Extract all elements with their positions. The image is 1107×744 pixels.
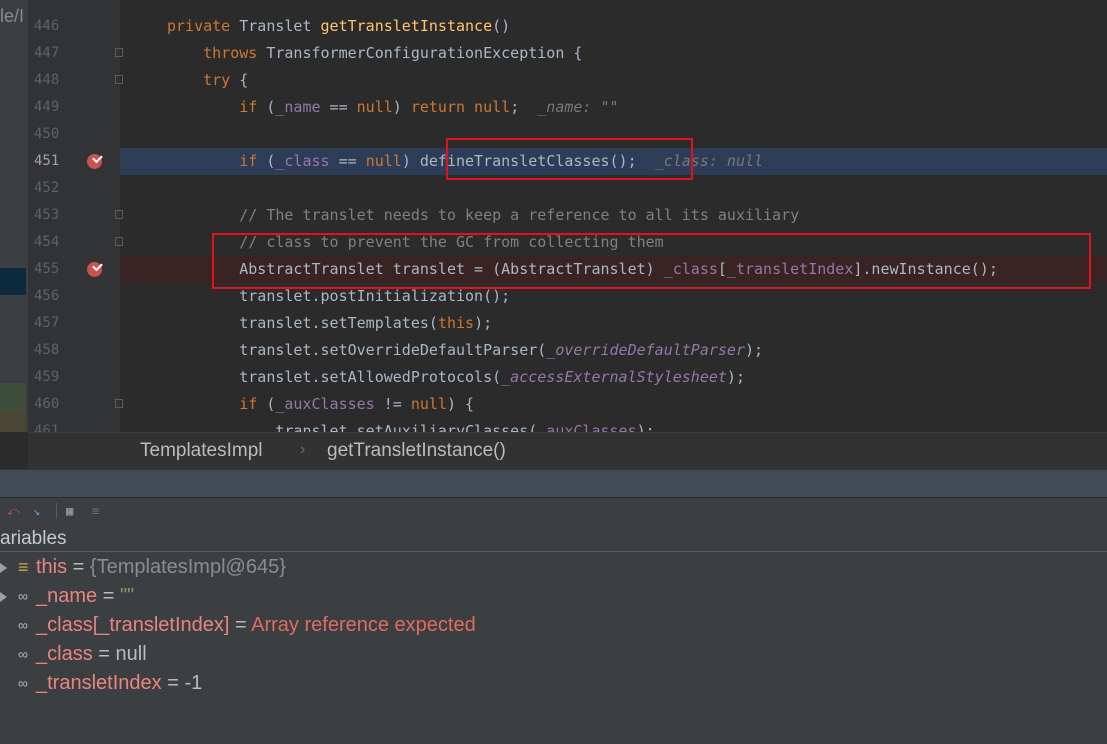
variable-equals: = (97, 585, 120, 607)
breakpoint-icon[interactable] (87, 262, 102, 277)
line-number[interactable]: 447 (34, 40, 59, 67)
variable-equals: = (161, 672, 185, 694)
code-line[interactable]: 457 translet.setTemplates(this); (0, 310, 1107, 337)
code-line[interactable]: 458 translet.setOverrideDefaultParser(_o… (0, 337, 1107, 364)
line-number[interactable]: 456 (34, 283, 59, 310)
variable-name: _class[_transletIndex] (36, 614, 230, 636)
line-number[interactable]: 450 (34, 121, 59, 148)
code-line[interactable]: 447 throws TransformerConfigurationExcep… (0, 40, 1107, 67)
line-number[interactable]: 455 (34, 256, 59, 283)
variable-name: this (36, 556, 68, 578)
code-text: if (_name == null) return null; _name: "… (167, 98, 619, 116)
variable-name: _class (36, 643, 93, 665)
line-number[interactable]: 446 (34, 13, 59, 40)
variable-name: _name (36, 585, 98, 607)
variable-equals: = (67, 556, 90, 578)
variables-title: ariables (0, 528, 67, 549)
code-text: translet.setAllowedProtocols(_accessExte… (167, 368, 745, 386)
line-number[interactable]: 449 (34, 94, 59, 121)
variable-value: -1 (184, 672, 203, 694)
expand-arrow-icon[interactable] (0, 592, 7, 602)
drop-frame-icon[interactable]: ⤺ (7, 504, 20, 519)
watch-icon: ∞ (18, 617, 28, 633)
expand-arrow-icon[interactable] (0, 563, 7, 573)
annotation-box-new-instance (212, 233, 1091, 289)
watch-icon: ∞ (18, 675, 28, 691)
watch-icon: ∞ (18, 646, 28, 662)
line-number[interactable]: 457 (34, 310, 59, 337)
code-line[interactable]: 446 private Translet getTransletInstance(… (0, 13, 1107, 40)
variable-value: "" (119, 585, 135, 607)
line-number[interactable]: 452 (34, 175, 59, 202)
code-line[interactable]: 449 if (_name == null) return null; _nam… (0, 94, 1107, 121)
variable-value: null (115, 643, 147, 665)
debug-toolbar: ⤺ ↘ ▦ ≡ (0, 497, 1107, 525)
annotation-box-define-classes (446, 138, 693, 180)
code-text: translet.setTemplates(this); (167, 314, 493, 332)
line-number[interactable]: 448 (34, 67, 59, 94)
code-text: private Translet getTransletInstance() (167, 17, 511, 35)
line-number[interactable]: 460 (34, 391, 59, 418)
variable-entry: this = {TemplatesImpl@645} (36, 553, 286, 582)
debug-tab-bar (0, 469, 1107, 498)
fold-marker-icon[interactable] (115, 210, 123, 219)
variable-name: _transletIndex (36, 672, 162, 694)
variable-entry: _class = null (36, 640, 147, 669)
breadcrumb-method[interactable]: getTransletInstance() (327, 440, 506, 462)
variable-value: {TemplatesImpl@645} (89, 556, 286, 578)
variable-entry: _name = "" (36, 582, 134, 611)
code-text: // The translet needs to keep a referenc… (167, 206, 800, 224)
code-line[interactable]: 460 if (_auxClasses != null) { (0, 391, 1107, 418)
code-text: translet.setOverrideDefaultParser(_overr… (167, 341, 764, 359)
line-number[interactable]: 454 (34, 229, 59, 256)
trace-stream-icon[interactable]: ≡ (92, 504, 99, 518)
code-line[interactable]: 448 try { (0, 67, 1107, 94)
code-text: try { (167, 71, 249, 89)
variable-entry: _class[_transletIndex] = Array reference… (36, 611, 476, 640)
variables-panel: ariables ≡ this = {TemplatesImpl@645} ∞ _na… (0, 524, 1107, 744)
code-text: if (_auxClasses != null) { (167, 395, 475, 413)
toolbar-divider (56, 503, 57, 519)
breadcrumb-class[interactable]: TemplatesImpl (140, 440, 263, 462)
breadcrumb: TemplatesImpl › getTransletInstance() (28, 432, 1107, 470)
variable-entry: _transletIndex = -1 (36, 669, 202, 698)
fold-marker-icon[interactable] (115, 48, 123, 57)
line-number[interactable]: 459 (34, 364, 59, 391)
fold-marker-icon[interactable] (115, 399, 123, 408)
line-number[interactable]: 453 (34, 202, 59, 229)
code-line[interactable]: 453 // The translet needs to keep a refe… (0, 202, 1107, 229)
fold-marker-icon[interactable] (115, 75, 123, 84)
line-number[interactable]: 451 (34, 148, 59, 175)
breadcrumb-separator: › (300, 441, 306, 458)
code-line[interactable]: 459 translet.setAllowedProtocols(_access… (0, 364, 1107, 391)
breakpoint-icon[interactable] (87, 154, 102, 169)
variable-value: Array reference expected (251, 614, 476, 636)
field-icon: ≡ (18, 557, 29, 577)
variable-equals: = (92, 643, 116, 665)
panel-divider (0, 551, 1107, 552)
code-text: throws TransformerConfigurationException… (167, 44, 583, 62)
fold-marker-icon[interactable] (115, 237, 123, 246)
step-into-icon[interactable]: ↘ (33, 504, 40, 518)
evaluate-expression-icon[interactable]: ▦ (66, 504, 73, 518)
variable-equals: = (229, 614, 252, 636)
watch-icon: ∞ (18, 588, 28, 604)
line-number[interactable]: 458 (34, 337, 59, 364)
